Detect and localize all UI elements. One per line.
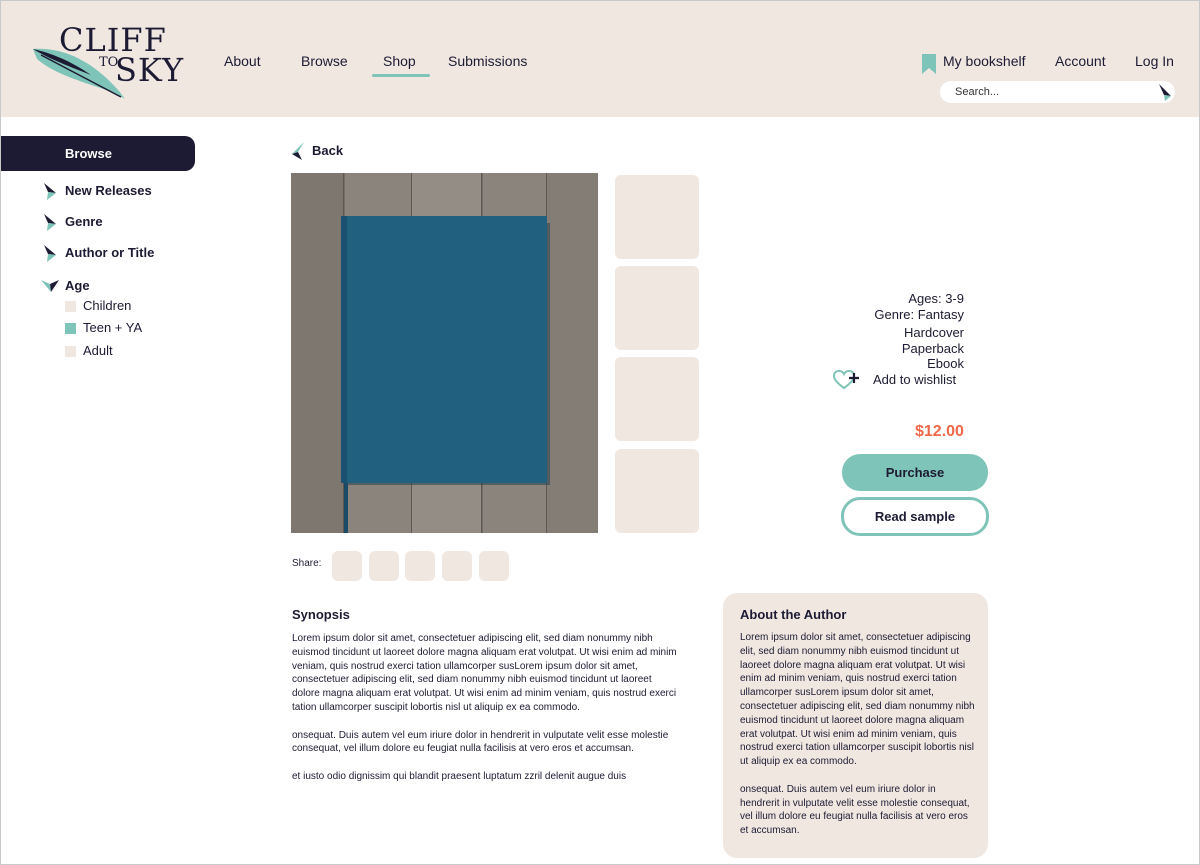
sidebar-item-label: Age — [65, 278, 90, 293]
author-paragraph: Lorem ipsum dolor sit amet, consectetuer… — [740, 632, 975, 768]
product-image[interactable] — [291, 173, 598, 533]
age-option-label: Teen + YA — [83, 320, 143, 335]
nav-browse[interactable]: Browse — [301, 53, 348, 69]
back-label: Back — [312, 143, 344, 158]
thumbnail[interactable] — [615, 357, 699, 441]
sidebar-item-label: New Releases — [65, 183, 152, 198]
bookmark-icon[interactable] — [922, 54, 936, 74]
format-hardcover[interactable]: Hardcover — [904, 325, 964, 340]
checkbox[interactable] — [65, 301, 76, 312]
chevron-left-icon — [292, 142, 304, 160]
synopsis-paragraph: Lorem ipsum dolor sit amet, consectetuer… — [292, 633, 677, 713]
format-ebook[interactable]: Ebook — [927, 356, 964, 371]
arrow-pointer-icon[interactable] — [1159, 84, 1171, 101]
purchase-button[interactable]: Purchase — [842, 454, 988, 491]
nav-shop[interactable]: Shop — [383, 53, 416, 69]
share-button[interactable] — [332, 551, 362, 581]
share-button[interactable] — [405, 551, 435, 581]
share-button[interactable] — [479, 551, 509, 581]
heart-plus-icon[interactable] — [833, 370, 861, 390]
ages-info: Ages: 3-9 — [908, 291, 964, 306]
thumbnail[interactable] — [615, 175, 699, 259]
sidebar-item-label: Genre — [65, 214, 103, 229]
share-label: Share: — [292, 558, 322, 569]
caret-right-icon — [44, 183, 56, 200]
share-button[interactable] — [369, 551, 399, 581]
search-input[interactable] — [940, 81, 1175, 103]
synopsis-body: Lorem ipsum dolor sit amet, consectetuer… — [292, 632, 682, 798]
genre-info: Genre: Fantasy — [874, 307, 964, 322]
synopsis-paragraph: et iusto odio dignissim qui blandit prae… — [292, 770, 627, 782]
caret-right-icon — [44, 214, 56, 231]
caret-down-icon — [41, 280, 59, 292]
about-author-panel: About the Author Lorem ipsum dolor sit a… — [723, 593, 988, 858]
checkbox-checked[interactable] — [65, 323, 76, 334]
caret-right-icon — [44, 245, 56, 262]
site-logo[interactable]: CLIFF TO SKY — [31, 21, 201, 103]
nav-active-indicator — [372, 74, 430, 77]
thumbnail[interactable] — [615, 449, 699, 533]
thumbnail[interactable] — [615, 266, 699, 350]
age-option-label: Adult — [83, 343, 113, 358]
checkbox[interactable] — [65, 346, 76, 357]
add-to-wishlist[interactable]: Add to wishlist — [873, 372, 956, 387]
author-paragraph: onsequat. Duis autem vel eum iriure dolo… — [740, 783, 970, 837]
account-link[interactable]: Account — [1055, 53, 1106, 69]
my-bookshelf-link[interactable]: My bookshelf — [943, 53, 1025, 69]
price: $12.00 — [915, 423, 964, 440]
nav-about[interactable]: About — [224, 53, 261, 69]
read-sample-button[interactable]: Read sample — [841, 497, 989, 536]
share-button[interactable] — [442, 551, 472, 581]
age-option-label: Children — [83, 298, 132, 313]
synopsis-paragraph: onsequat. Duis autem vel eum iriure dolo… — [292, 729, 669, 755]
about-author-body: Lorem ipsum dolor sit amet, consectetuer… — [740, 631, 976, 852]
about-author-title: About the Author — [740, 607, 847, 622]
login-link[interactable]: Log In — [1135, 53, 1174, 69]
synopsis-title: Synopsis — [292, 607, 350, 622]
logo-text-sky: SKY — [115, 51, 185, 89]
site-header: CLIFF TO SKY About Browse Shop Submissio… — [1, 1, 1199, 117]
sidebar-item-label: Author or Title — [65, 245, 155, 260]
back-link[interactable]: Back — [292, 142, 343, 163]
sidebar-heading[interactable]: Browse — [1, 136, 195, 171]
format-paperback[interactable]: Paperback — [902, 341, 964, 356]
nav-submissions[interactable]: Submissions — [448, 53, 527, 69]
